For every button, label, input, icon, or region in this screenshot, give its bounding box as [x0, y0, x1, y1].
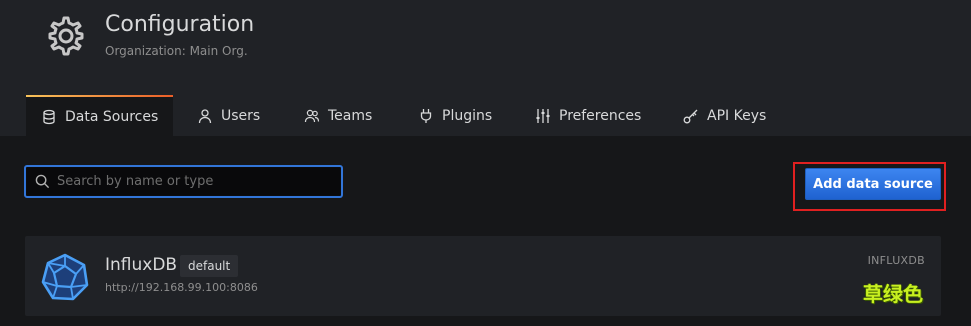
tab-label: Users [221, 107, 261, 124]
search-input[interactable] [55, 173, 329, 190]
datasource-type: INFLUXDB [867, 254, 925, 267]
search-box[interactable] [24, 165, 343, 198]
tab-teams[interactable]: Teams [304, 95, 372, 136]
datasource-url: http://192.168.99.100:8086 [105, 281, 258, 294]
key-icon [683, 109, 698, 123]
influxdb-logo-icon [41, 253, 89, 301]
sliders-icon [536, 108, 550, 123]
datasource-card[interactable]: InfluxDB default http://192.168.99.100:8… [25, 236, 941, 316]
users-icon [304, 109, 320, 122]
add-data-source-button[interactable]: Add data source [805, 168, 941, 200]
datasource-name: InfluxDB [105, 255, 178, 275]
tab-label: Teams [328, 107, 373, 124]
tab-label: Preferences [559, 107, 642, 124]
default-badge: default [180, 255, 239, 277]
search-icon [35, 174, 50, 189]
page-subtitle: Organization: Main Org. [105, 44, 248, 58]
tab-users[interactable]: Users [197, 95, 260, 136]
tab-label: Plugins [442, 107, 493, 124]
watermark-text: 草绿色 [863, 282, 923, 306]
database-icon [43, 109, 55, 124]
page-title: Configuration [105, 12, 255, 37]
user-icon [198, 108, 212, 123]
tab-plugins[interactable]: Plugins [418, 95, 492, 136]
tab-api-keys[interactable]: API Keys [683, 95, 766, 136]
tab-label: Data Sources [65, 108, 159, 125]
plug-icon [420, 108, 432, 123]
tab-data-sources[interactable]: Data Sources [26, 95, 174, 136]
tab-preferences[interactable]: Preferences [535, 95, 641, 136]
tab-bar: Data Sources Users Teams Plugins Prefere… [0, 95, 971, 136]
tab-label: API Keys [707, 107, 767, 124]
gear-icon [48, 16, 84, 56]
page-header: Configuration Organization: Main Org. Da… [0, 0, 971, 136]
